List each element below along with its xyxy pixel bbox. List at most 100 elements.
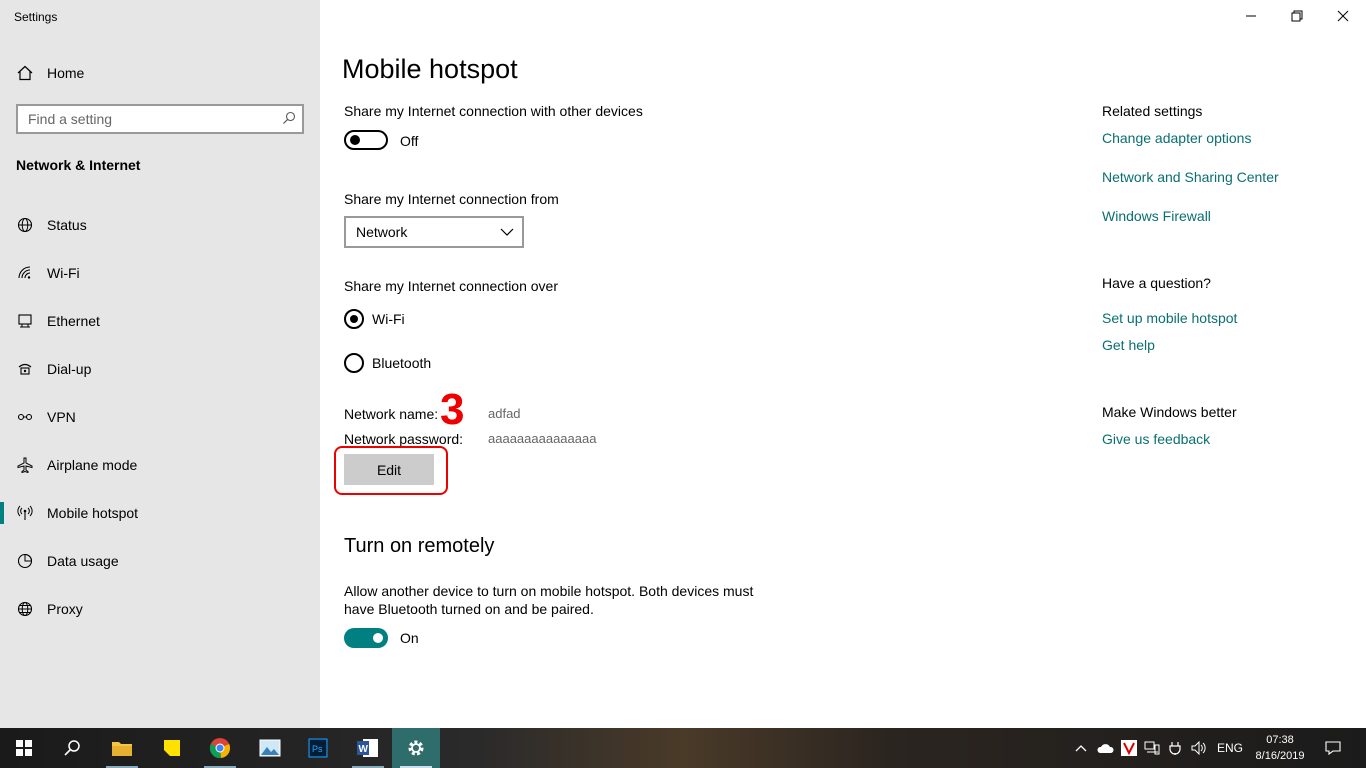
sidebar-item-vpn[interactable]: VPN [0,397,320,437]
clock[interactable]: 07:38 8/16/2019 [1252,732,1308,764]
sidebar-item-label: Status [47,217,87,233]
get-help-link[interactable]: Get help [1102,337,1155,353]
search-input[interactable]: Find a setting [16,104,304,134]
network-tray[interactable] [1142,728,1162,768]
chrome-icon [209,738,231,759]
firewall-link[interactable]: Windows Firewall [1102,208,1211,224]
clock-date: 8/16/2019 [1255,750,1305,762]
sidebar-item-proxy[interactable]: Proxy [0,589,320,629]
annotation-number: 3 [440,385,465,434]
settings-taskbar[interactable] [392,728,440,768]
svg-text:Ps: Ps [312,744,323,754]
bluetooth-radio-label[interactable]: Bluetooth [372,355,431,371]
cloud-icon [1097,744,1114,753]
onedrive-tray[interactable] [1094,728,1116,768]
volume-tray[interactable] [1189,728,1209,768]
clock-time: 07:38 [1266,734,1294,746]
data-usage-icon [16,552,34,570]
language-indicator[interactable]: ENG [1214,728,1246,768]
close-button[interactable] [1320,0,1366,32]
network-name-label: Network name: [344,406,439,422]
make-better-title: Make Windows better [1102,404,1237,420]
plug-icon [1169,742,1181,755]
home-icon [16,64,34,82]
vpn-icon [16,408,34,426]
search-placeholder: Find a setting [28,111,113,127]
svg-text:W: W [359,744,369,755]
file-explorer-taskbar[interactable] [98,728,146,768]
photoshop-taskbar[interactable]: Ps [294,728,342,768]
remote-toggle[interactable] [344,628,388,648]
home-nav-item[interactable]: Home [0,53,320,93]
restore-button[interactable] [1274,0,1320,32]
start-button[interactable] [0,728,48,768]
minimize-icon [1246,15,1256,17]
word-taskbar[interactable]: W [344,728,392,768]
sidebar-item-mobile-hotspot[interactable]: Mobile hotspot [0,493,320,533]
page-title: Mobile hotspot [342,54,518,84]
sidebar-item-ethernet[interactable]: Ethernet [0,301,320,341]
hotspot-icon [16,504,34,522]
feedback-link[interactable]: Give us feedback [1102,431,1210,447]
speaker-icon [1191,741,1206,755]
photoshop-icon: Ps [308,738,328,758]
sidebar-item-label: Airplane mode [47,457,138,473]
share-toggle-state: Off [400,133,419,149]
sidebar-item-wifi[interactable]: Wi-Fi [0,253,320,293]
share-over-label: Share my Internet connection over [344,278,559,294]
taskbar: Ps W ENG 07:38 8/16/2019 [0,728,1366,768]
chrome-taskbar[interactable] [196,728,244,768]
app-title: Settings [14,10,58,24]
minimize-button[interactable] [1228,0,1274,32]
annotation-highlight [334,446,448,495]
setup-hotspot-link[interactable]: Set up mobile hotspot [1102,310,1237,326]
sticky-notes-icon [164,740,180,756]
photos-taskbar[interactable] [246,728,294,768]
sidebar-item-label: Dial-up [47,361,92,377]
related-settings-title: Related settings [1102,103,1203,119]
airplane-icon [16,456,34,474]
dialup-icon [16,360,34,378]
vivaldi-tray[interactable] [1119,728,1139,768]
sidebar-item-label: Wi-Fi [47,265,80,281]
sidebar-item-dialup[interactable]: Dial-up [0,349,320,389]
change-adapter-link[interactable]: Change adapter options [1102,130,1251,146]
notification-icon [1325,741,1341,756]
share-from-label: Share my Internet connection from [344,191,559,207]
question-title: Have a question? [1102,275,1211,291]
home-label: Home [47,65,85,81]
show-hidden-icons[interactable] [1072,728,1090,768]
sidebar-item-status[interactable]: Status [0,205,320,245]
power-tray[interactable] [1166,728,1186,768]
action-center-button[interactable] [1320,728,1346,768]
share-from-dropdown[interactable]: Network [344,216,524,248]
folder-icon [112,742,132,756]
ethernet-tray-icon [1144,741,1160,755]
remote-toggle-state: On [400,630,419,646]
sticky-notes-taskbar[interactable] [148,728,196,768]
wifi-radio-label[interactable]: Wi-Fi [372,311,405,327]
search-icon[interactable] [282,111,296,130]
chevron-up-icon [1075,745,1087,752]
windows-logo-icon [16,740,32,756]
network-password-value: aaaaaaaaaaaaaaa [488,431,597,446]
sidebar-item-airplane-mode[interactable]: Airplane mode [0,445,320,485]
sidebar-item-data-usage[interactable]: Data usage [0,541,320,581]
bluetooth-radio[interactable] [344,353,364,373]
sharing-center-link[interactable]: Network and Sharing Center [1102,169,1279,185]
remote-title: Turn on remotely [344,535,495,557]
word-icon: W [357,739,378,757]
sidebar: Settings Home Find a setting Network & I… [0,0,320,728]
app-tray-icon [1121,740,1137,756]
toggle-knob [350,135,360,145]
section-title: Network & Internet [16,157,141,173]
remote-description: Allow another device to turn on mobile h… [344,583,754,617]
share-toggle[interactable] [344,130,388,150]
wifi-icon [16,264,34,282]
share-label: Share my Internet connection with other … [344,103,643,119]
globe-icon [16,216,34,234]
wifi-radio[interactable] [344,309,364,329]
radio-dot [350,315,358,323]
search-taskbar-button[interactable] [48,728,96,768]
proxy-globe-icon [16,600,34,618]
